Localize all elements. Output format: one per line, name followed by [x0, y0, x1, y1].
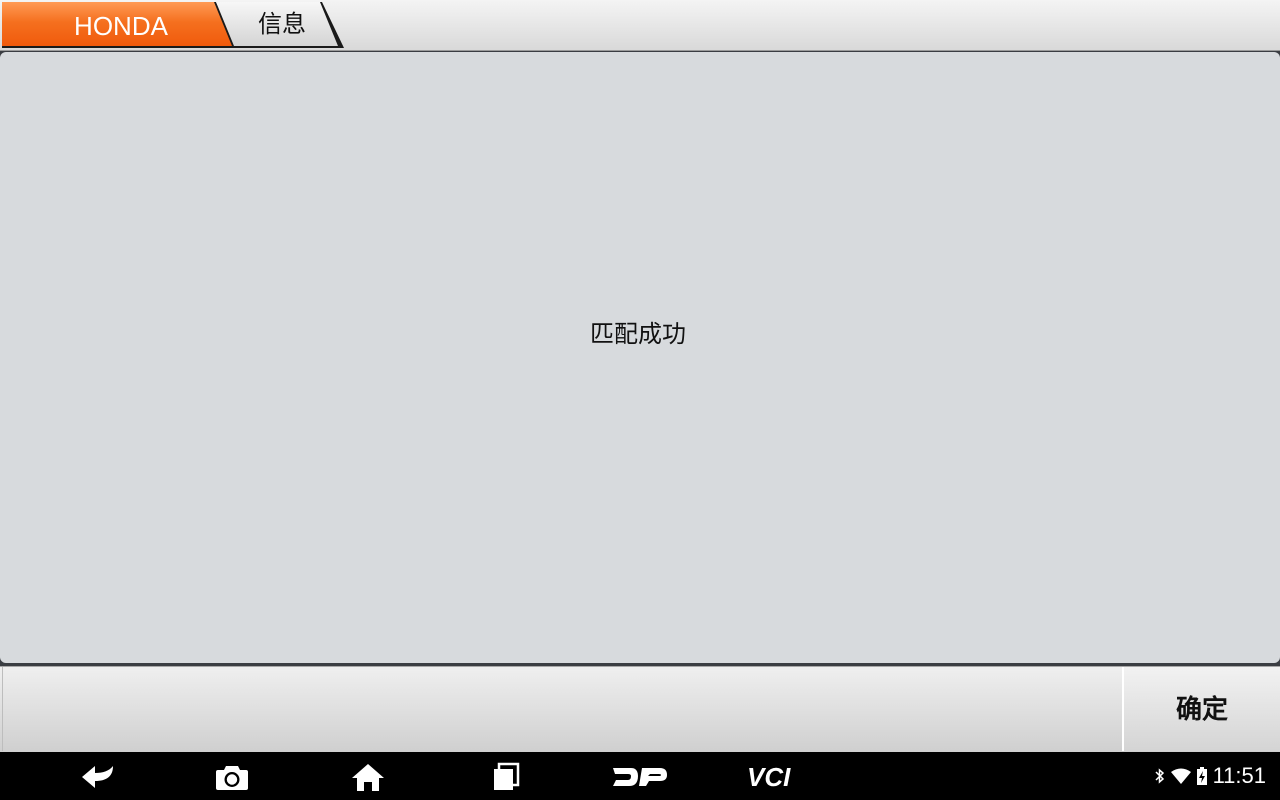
home-icon[interactable] — [348, 760, 388, 794]
clock: 11:51 — [1212, 763, 1266, 788]
app-screen: HONDA 信息 匹配成功 确定 VCI 11:51 — [0, 0, 1280, 800]
battery-icon — [1196, 767, 1207, 785]
recent-apps-icon[interactable] — [486, 760, 526, 794]
action-bar: 确定 — [0, 666, 1280, 753]
breadcrumb-item-brand[interactable]: HONDA — [2, 2, 238, 48]
bluetooth-icon — [1155, 768, 1164, 784]
back-icon[interactable] — [78, 760, 118, 794]
breadcrumb-brand-label: HONDA — [74, 11, 168, 41]
dp-icon[interactable] — [610, 760, 670, 794]
system-navbar: VCI 11:51 — [0, 752, 1280, 800]
breadcrumb: HONDA 信息 — [0, 0, 1280, 51]
status-bar: 11:51 — [1149, 752, 1266, 800]
message-panel: 匹配成功 — [0, 52, 1280, 663]
breadcrumb-item-info[interactable]: 信息 — [214, 2, 344, 48]
breadcrumb-info-label: 信息 — [258, 10, 306, 38]
confirm-button[interactable]: 确定 — [1122, 667, 1280, 751]
vci-icon[interactable]: VCI — [744, 760, 810, 794]
vci-icon-label: VCI — [747, 764, 791, 790]
action-bar-spacer — [2, 667, 1121, 751]
camera-icon[interactable] — [212, 760, 252, 794]
status-message: 匹配成功 — [590, 320, 686, 348]
wifi-icon — [1170, 768, 1191, 784]
